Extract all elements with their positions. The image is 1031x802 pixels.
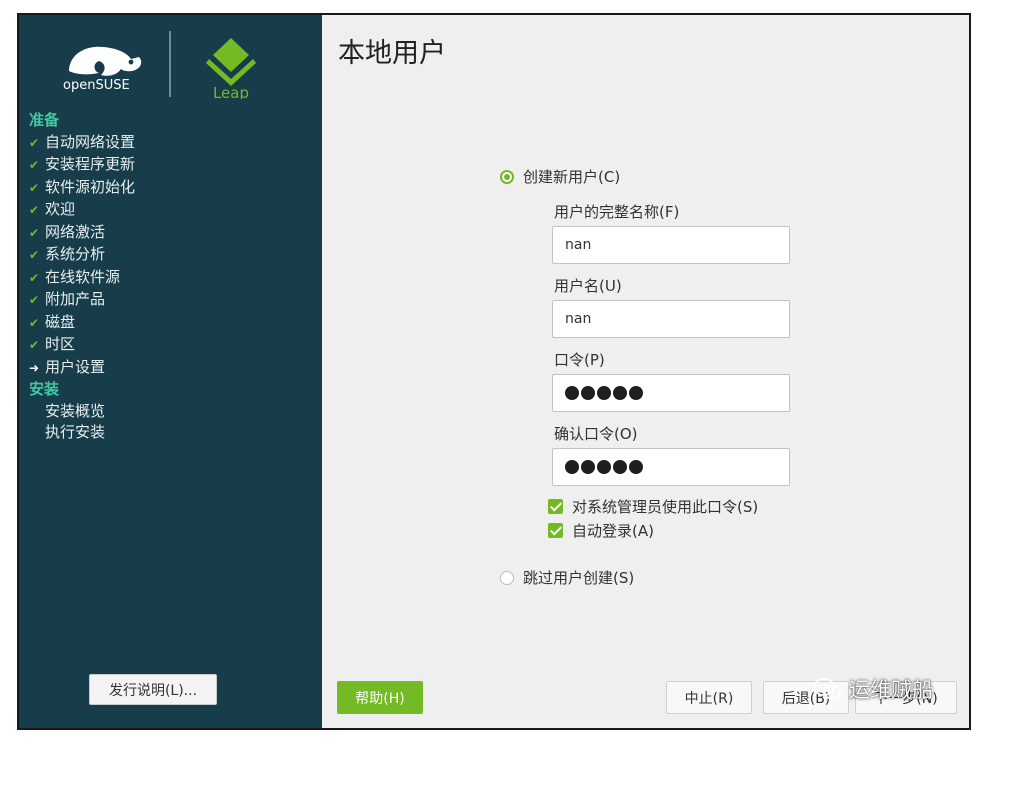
checkbox-checked-icon <box>548 499 563 514</box>
check-icon: ✔ <box>29 158 40 172</box>
step-system-analysis: ✔ 系统分析 <box>29 244 135 267</box>
checkbox-checked-icon <box>548 523 563 538</box>
step-auto-network: ✔ 自动网络设置 <box>29 132 135 155</box>
password-label: 口令(P) <box>554 351 605 369</box>
abort-button[interactable]: 中止(R) <box>666 681 752 714</box>
main-panel: 本地用户 创建新用户(C) 用户的完整名称(F) 用户名(U) 口令(P) 确认… <box>322 15 969 728</box>
step-addon-products: ✔ 附加产品 <box>29 289 135 312</box>
autologin-checkbox[interactable]: 自动登录(A) <box>548 520 654 541</box>
step-label: 磁盘 <box>45 312 76 331</box>
step-label: 用户设置 <box>45 357 106 376</box>
svg-text:openSUSE: openSUSE <box>63 78 130 93</box>
radio-selected-icon <box>500 169 514 184</box>
leap-logo: Leap <box>206 38 256 99</box>
sidebar: openSUSE Leap 准备 ✔ 自动网络设置 ✔ 安装程序更新 ✔ 软件源初始化… <box>19 15 322 728</box>
step-perform-install: 执行安装 <box>29 422 135 444</box>
step-network-activation: ✔ 网络激活 <box>29 222 135 245</box>
svg-text:Leap: Leap <box>213 84 249 99</box>
full-name-input[interactable] <box>552 226 790 264</box>
step-install-overview: 安装概览 <box>29 401 135 423</box>
check-icon: ✔ <box>29 248 40 262</box>
page-title: 本地用户 <box>338 38 446 69</box>
skip-user-label: 跳过用户创建(S) <box>523 569 635 587</box>
admin-password-checkbox[interactable]: 对系统管理员使用此口令(S) <box>548 496 758 517</box>
step-installer-update: ✔ 安装程序更新 <box>29 154 135 177</box>
check-icon: ✔ <box>29 293 40 307</box>
logo-divider <box>169 31 171 97</box>
step-label: 附加产品 <box>45 290 106 308</box>
admin-password-label: 对系统管理员使用此口令(S) <box>572 498 759 516</box>
step-user-settings: ➜ 用户设置 <box>29 357 135 380</box>
skip-user-radio[interactable]: 跳过用户创建(S) <box>500 567 634 588</box>
confirm-password-input[interactable] <box>552 448 790 486</box>
check-icon: ✔ <box>29 135 40 150</box>
step-disk: ✔ 磁盘 <box>29 312 135 335</box>
step-timezone: ✔ 时区 <box>29 334 135 357</box>
create-user-label: 创建新用户(C) <box>523 168 621 186</box>
step-online-repos: ✔ 在线软件源 <box>29 267 135 290</box>
step-label: 在线软件源 <box>45 267 121 286</box>
check-icon: ✔ <box>29 315 40 330</box>
step-label: 软件源初始化 <box>45 177 136 196</box>
username-input[interactable] <box>552 300 790 338</box>
step-label: 时区 <box>45 335 76 353</box>
help-button[interactable]: 帮助(H) <box>337 681 423 714</box>
arrow-right-icon: ➜ <box>29 360 40 375</box>
full-name-label: 用户的完整名称(F) <box>554 203 680 221</box>
wechat-icon <box>813 678 841 700</box>
confirm-password-label: 确认口令(O) <box>554 425 638 443</box>
section-heading-install: 安装 <box>29 380 60 398</box>
release-notes-button[interactable]: 发行说明(L)... <box>89 674 217 705</box>
step-repo-init: ✔ 软件源初始化 <box>29 177 135 200</box>
check-icon: ✔ <box>29 203 40 217</box>
watermark: 运维贼船 <box>813 674 933 704</box>
watermark-text: 运维贼船 <box>849 678 933 702</box>
step-label: 安装概览 <box>45 401 106 420</box>
create-user-radio[interactable]: 创建新用户(C) <box>500 166 620 187</box>
username-label: 用户名(U) <box>554 277 622 295</box>
step-welcome: ✔ 欢迎 <box>29 199 135 222</box>
installer-window: openSUSE Leap 准备 ✔ 自动网络设置 ✔ 安装程序更新 ✔ 软件源初始化… <box>17 13 971 730</box>
check-icon: ✔ <box>29 180 40 195</box>
check-icon: ✔ <box>29 225 40 240</box>
opensuse-logo: openSUSE <box>63 46 142 93</box>
check-icon: ✔ <box>29 338 40 352</box>
step-label: 网络激活 <box>45 222 106 241</box>
password-input[interactable] <box>552 374 790 412</box>
check-icon: ✔ <box>29 270 40 285</box>
step-label: 自动网络设置 <box>45 132 136 151</box>
autologin-label: 自动登录(A) <box>572 522 654 540</box>
step-label: 执行安装 <box>45 423 106 441</box>
install-steps-nav: 准备 ✔ 自动网络设置 ✔ 安装程序更新 ✔ 软件源初始化 ✔ 欢迎 ✔ 网络激活 ✔ 系统… <box>29 110 135 444</box>
section-heading-prepare: 准备 <box>29 111 60 129</box>
radio-unselected-icon <box>500 570 514 585</box>
step-label: 欢迎 <box>45 200 76 218</box>
step-label: 系统分析 <box>45 245 106 263</box>
step-label: 安装程序更新 <box>45 155 136 173</box>
